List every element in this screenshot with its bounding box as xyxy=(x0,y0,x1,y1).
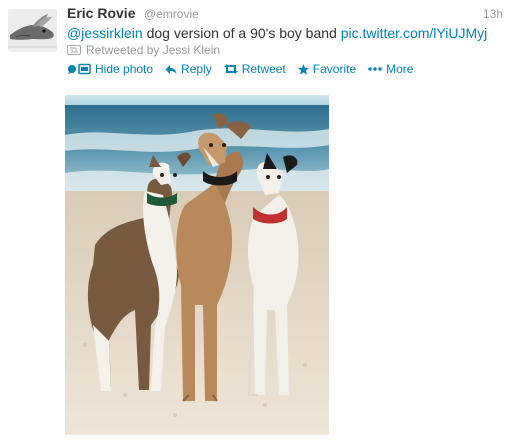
tweet-actions: Hide photo Reply Retweet Favorite More xyxy=(67,60,425,78)
reply-button[interactable]: Reply xyxy=(165,62,212,76)
favorite-button[interactable]: Favorite xyxy=(297,62,357,76)
retweeted-by-label[interactable]: Retweeted by Jessi Klein xyxy=(86,43,220,57)
retweet-icon xyxy=(223,64,238,74)
favorite-label: Favorite xyxy=(312,62,357,76)
photo-link[interactable]: pic.twitter.com/lYiUJMyj xyxy=(341,25,488,41)
author-handle[interactable]: @emrovie xyxy=(144,7,199,21)
photo-icon xyxy=(68,63,91,75)
tweet-timestamp[interactable]: 13h xyxy=(483,7,503,21)
tweet-text: @jessirklein dog version of a 90's boy b… xyxy=(67,25,507,41)
tweet-photo[interactable] xyxy=(65,95,329,435)
retweeted-by: Retweeted by Jessi Klein xyxy=(67,43,220,57)
reply-label: Reply xyxy=(181,62,212,76)
tweet-header: Eric Rovie @emrovie 13h xyxy=(67,5,503,25)
author-name[interactable]: Eric Rovie xyxy=(67,5,135,21)
reply-icon xyxy=(165,64,177,74)
avatar[interactable] xyxy=(8,9,57,52)
hide-photo-button[interactable]: Hide photo xyxy=(67,62,153,76)
star-icon xyxy=(297,63,309,75)
mention-link[interactable]: @jessirklein xyxy=(67,25,143,41)
tweet-body: dog version of a 90's boy band xyxy=(142,25,341,41)
more-label: More xyxy=(386,62,414,76)
retweet-button[interactable]: Retweet xyxy=(223,62,286,76)
more-button[interactable]: More xyxy=(368,62,413,76)
hide-photo-label: Hide photo xyxy=(95,62,154,76)
more-icon xyxy=(368,67,382,71)
retweet-icon xyxy=(67,45,81,55)
retweet-label: Retweet xyxy=(241,62,286,76)
